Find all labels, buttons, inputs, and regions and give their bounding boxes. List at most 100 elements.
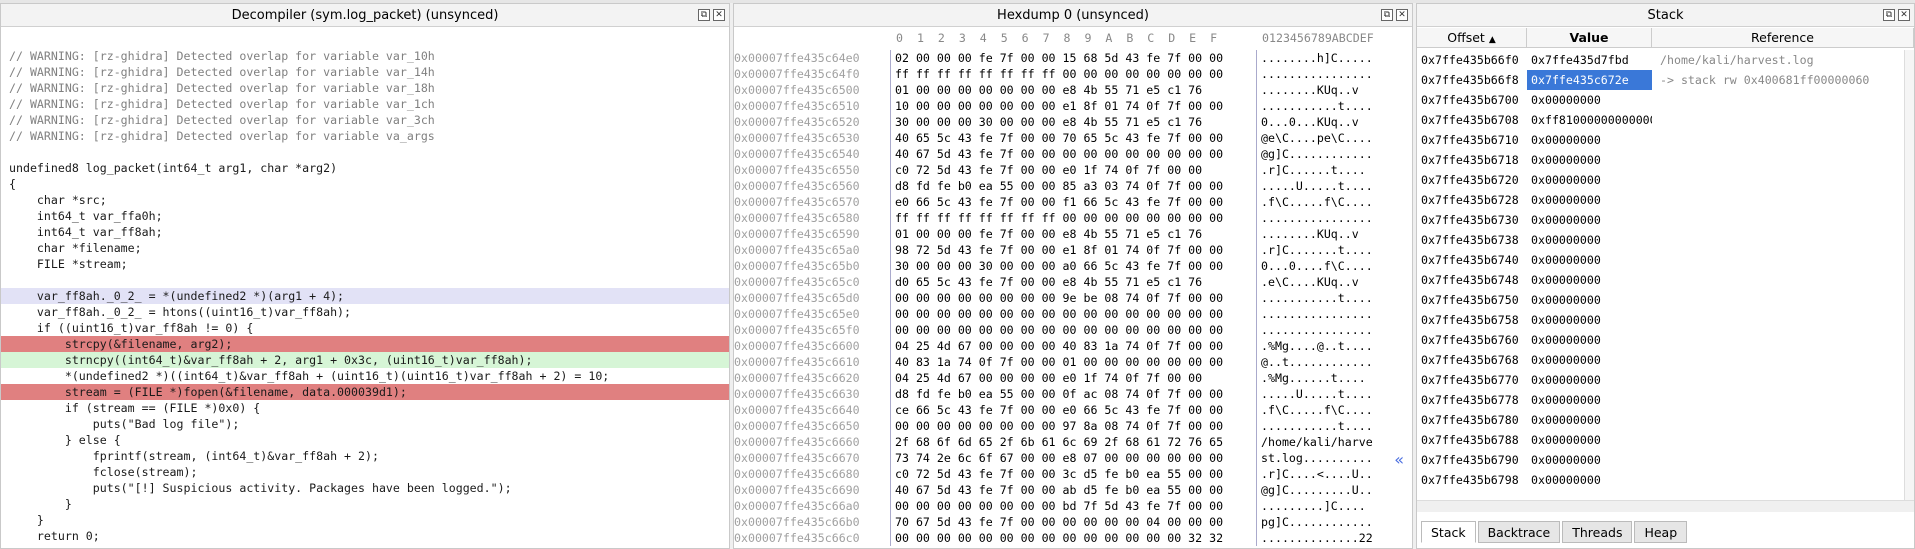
hex-bytes[interactable]: ff ff ff ff ff ff ff ff 00 00 00 00 00 0… [891, 66, 1250, 82]
code-line[interactable]: stream = (FILE *)fopen(&filename, data.0… [1, 384, 729, 400]
stack-row[interactable]: 0x7ffe435b6740 0x00000000 [1417, 250, 1914, 270]
code-line[interactable]: } [1, 496, 729, 512]
stack-value[interactable]: 0x00000000 [1527, 210, 1652, 230]
hex-bytes[interactable]: 70 67 5d 43 fe 7f 00 00 00 00 00 00 04 0… [891, 514, 1250, 530]
hex-bytes[interactable]: 02 00 00 00 fe 7f 00 00 15 68 5d 43 fe 7… [891, 50, 1250, 66]
hexdump-body[interactable]: 0x00007ffe435c64e0 0x00007ffe435c64f0 0x00… [734, 50, 1412, 548]
collapse-arrow-icon[interactable]: « [1394, 450, 1404, 469]
code-line[interactable]: } else { [1, 432, 729, 448]
tab-heap[interactable]: Heap [1634, 521, 1688, 543]
stack-row[interactable]: 0x7ffe435b6730 0x00000000 [1417, 210, 1914, 230]
stack-value[interactable]: 0x00000000 [1527, 250, 1652, 270]
hex-bytes[interactable]: 00 00 00 00 00 00 00 00 00 00 00 00 00 0… [891, 530, 1250, 546]
code-line[interactable] [1, 144, 729, 160]
code-line[interactable]: // WARNING: [rz-ghidra] Detected overlap… [1, 96, 729, 112]
stack-row[interactable]: 0x7ffe435b6758 0x00000000 [1417, 310, 1914, 330]
code-line[interactable]: int64_t var_ffa0h; [1, 208, 729, 224]
stack-value[interactable]: 0x00000000 [1527, 450, 1652, 470]
code-line[interactable]: strcpy(&filename, arg2); [1, 336, 729, 352]
code-line[interactable]: if (stream == (FILE *)0x0) { [1, 400, 729, 416]
hex-ascii[interactable]: ........KUq..v [1257, 226, 1386, 242]
hex-bytes[interactable]: ff ff ff ff ff ff ff ff 00 00 00 00 00 0… [891, 210, 1250, 226]
hex-ascii[interactable]: ...........t.... [1257, 98, 1386, 114]
hex-bytes[interactable]: 00 00 00 00 00 00 00 00 00 00 00 00 00 0… [891, 306, 1250, 322]
code-line[interactable]: *(undefined2 *)((int64_t)&var_ff8ah + (u… [1, 368, 729, 384]
stack-value[interactable]: 0x00000000 [1527, 370, 1652, 390]
hex-ascii[interactable]: /home/kali/harve [1257, 434, 1386, 450]
hex-bytes[interactable]: d0 65 5c 43 fe 7f 00 00 e8 4b 55 71 e5 c… [891, 274, 1250, 290]
hex-ascii[interactable]: .r]C......t.... [1257, 162, 1386, 178]
hex-bytes[interactable]: 30 00 00 00 30 00 00 00 e8 4b 55 71 e5 c… [891, 114, 1250, 130]
hex-ascii[interactable]: ........h]C..... [1257, 50, 1386, 66]
stack-row[interactable]: 0x7ffe435b6798 0x00000000 [1417, 470, 1914, 490]
hex-bytes[interactable]: 04 25 4d 67 00 00 00 00 e0 1f 74 0f 7f 0… [891, 370, 1250, 386]
hex-ascii[interactable]: .%Mg....@..t.... [1257, 338, 1386, 354]
stack-value[interactable]: 0x00000000 [1527, 150, 1652, 170]
code-line[interactable] [1, 272, 729, 288]
hex-bytes[interactable]: c0 72 5d 43 fe 7f 00 00 e0 1f 74 0f 7f 0… [891, 162, 1250, 178]
close-icon[interactable]: ✕ [1396, 9, 1408, 21]
hex-ascii[interactable]: .....U.....t.... [1257, 386, 1386, 402]
stack-value[interactable]: 0x00000000 [1527, 130, 1652, 150]
stack-row[interactable]: 0x7ffe435b6708 0xff81000000000000 [1417, 110, 1914, 130]
hex-ascii[interactable]: @g]C............ [1257, 146, 1386, 162]
hex-bytes[interactable]: 30 00 00 00 30 00 00 00 a0 66 5c 43 fe 7… [891, 258, 1250, 274]
stack-row[interactable]: 0x7ffe435b6778 0x00000000 [1417, 390, 1914, 410]
hex-bytes[interactable]: 00 00 00 00 00 00 00 00 00 00 00 00 00 0… [891, 322, 1250, 338]
hex-bytes[interactable]: 40 83 1a 74 0f 7f 00 00 01 00 00 00 00 0… [891, 354, 1250, 370]
hex-bytes[interactable]: 01 00 00 00 fe 7f 00 00 e8 4b 55 71 e5 c… [891, 226, 1250, 242]
code-line[interactable]: // WARNING: [rz-ghidra] Detected overlap… [1, 112, 729, 128]
stack-row[interactable]: 0x7ffe435b6728 0x00000000 [1417, 190, 1914, 210]
hex-ascii[interactable]: @g]C.........U.. [1257, 482, 1386, 498]
hex-bytes[interactable]: 98 72 5d 43 fe 7f 00 00 e1 8f 01 74 0f 7… [891, 242, 1250, 258]
stack-row[interactable]: 0x7ffe435b6788 0x00000000 [1417, 430, 1914, 450]
stack-value[interactable]: 0x00000000 [1527, 390, 1652, 410]
code-line[interactable]: return 0; [1, 528, 729, 544]
offset-header[interactable]: Offset ▲ [1417, 28, 1527, 48]
code-line[interactable]: // WARNING: [rz-ghidra] Detected overlap… [1, 64, 729, 80]
stack-value[interactable]: 0x00000000 [1527, 290, 1652, 310]
vertical-scrollbar[interactable] [1904, 50, 1914, 500]
stack-row[interactable]: 0x7ffe435b66f8 0x7ffe435c672e -> stack rw … [1417, 70, 1914, 90]
stack-value[interactable]: 0x7ffe435d7fbd [1527, 50, 1652, 70]
horizontal-scrollbar[interactable] [1417, 500, 1914, 512]
hex-ascii[interactable]: pg]C............ [1257, 514, 1386, 530]
stack-value[interactable]: 0x00000000 [1527, 410, 1652, 430]
hex-ascii[interactable]: .........]C.... [1257, 498, 1386, 514]
stack-row[interactable]: 0x7ffe435b6760 0x00000000 [1417, 330, 1914, 350]
stack-row[interactable]: 0x7ffe435b66f0 0x7ffe435d7fbd/home/kali/h… [1417, 50, 1914, 70]
stack-value[interactable]: 0x00000000 [1527, 330, 1652, 350]
hex-ascii[interactable]: @..t............ [1257, 354, 1386, 370]
hex-ascii[interactable]: ................ [1257, 210, 1386, 226]
hex-ascii[interactable]: ...........t.... [1257, 290, 1386, 306]
ascii-column[interactable]: ........h]C.............................… [1256, 50, 1386, 546]
hex-ascii[interactable]: .r]C.......t.... [1257, 242, 1386, 258]
stack-value[interactable]: 0x00000000 [1527, 170, 1652, 190]
hex-ascii[interactable]: ................ [1257, 66, 1386, 82]
stack-value[interactable]: 0x00000000 [1527, 350, 1652, 370]
hex-bytes[interactable]: c0 72 5d 43 fe 7f 00 00 3c d5 fe b0 ea 5… [891, 466, 1250, 482]
hex-bytes[interactable]: 40 67 5d 43 fe 7f 00 00 00 00 00 00 00 0… [891, 146, 1250, 162]
bytes-column[interactable]: 02 00 00 00 fe 7f 00 00 15 68 5d 43 fe 7… [890, 50, 1250, 546]
hex-ascii[interactable]: st.log.......... [1257, 450, 1386, 466]
stack-row[interactable]: 0x7ffe435b6770 0x00000000 [1417, 370, 1914, 390]
code-line[interactable]: puts("Bad log file"); [1, 416, 729, 432]
stack-row[interactable]: 0x7ffe435b6700 0x00000000 [1417, 90, 1914, 110]
float-icon[interactable]: ⧉ [1883, 9, 1895, 21]
code-line[interactable]: // WARNING: [rz-ghidra] Detected overlap… [1, 80, 729, 96]
code-line[interactable]: // WARNING: [rz-ghidra] Detected overlap… [1, 128, 729, 144]
hex-bytes[interactable]: ce 66 5c 43 fe 7f 00 00 e0 66 5c 43 fe 7… [891, 402, 1250, 418]
hex-ascii[interactable]: @e\C....pe\C.... [1257, 130, 1386, 146]
code-line[interactable]: char *src; [1, 192, 729, 208]
code-line[interactable]: if ((uint16_t)var_ff8ah != 0) { [1, 320, 729, 336]
stack-value[interactable]: 0x00000000 [1527, 190, 1652, 210]
float-icon[interactable]: ⧉ [698, 9, 710, 21]
tab-stack[interactable]: Stack [1421, 521, 1476, 543]
tab-backtrace[interactable]: Backtrace [1477, 521, 1561, 543]
decompiler-code[interactable]: // WARNING: [rz-ghidra] Detected overlap… [1, 28, 729, 548]
hex-bytes[interactable]: 00 00 00 00 00 00 00 00 bd 7f 5d 43 fe 7… [891, 498, 1250, 514]
hex-bytes[interactable]: e0 66 5c 43 fe 7f 00 00 f1 66 5c 43 fe 7… [891, 194, 1250, 210]
hex-ascii[interactable]: .e\C....KUq..v [1257, 274, 1386, 290]
stack-row[interactable]: 0x7ffe435b6750 0x00000000 [1417, 290, 1914, 310]
code-line[interactable]: puts("[!] Suspicious activity. Packages … [1, 480, 729, 496]
